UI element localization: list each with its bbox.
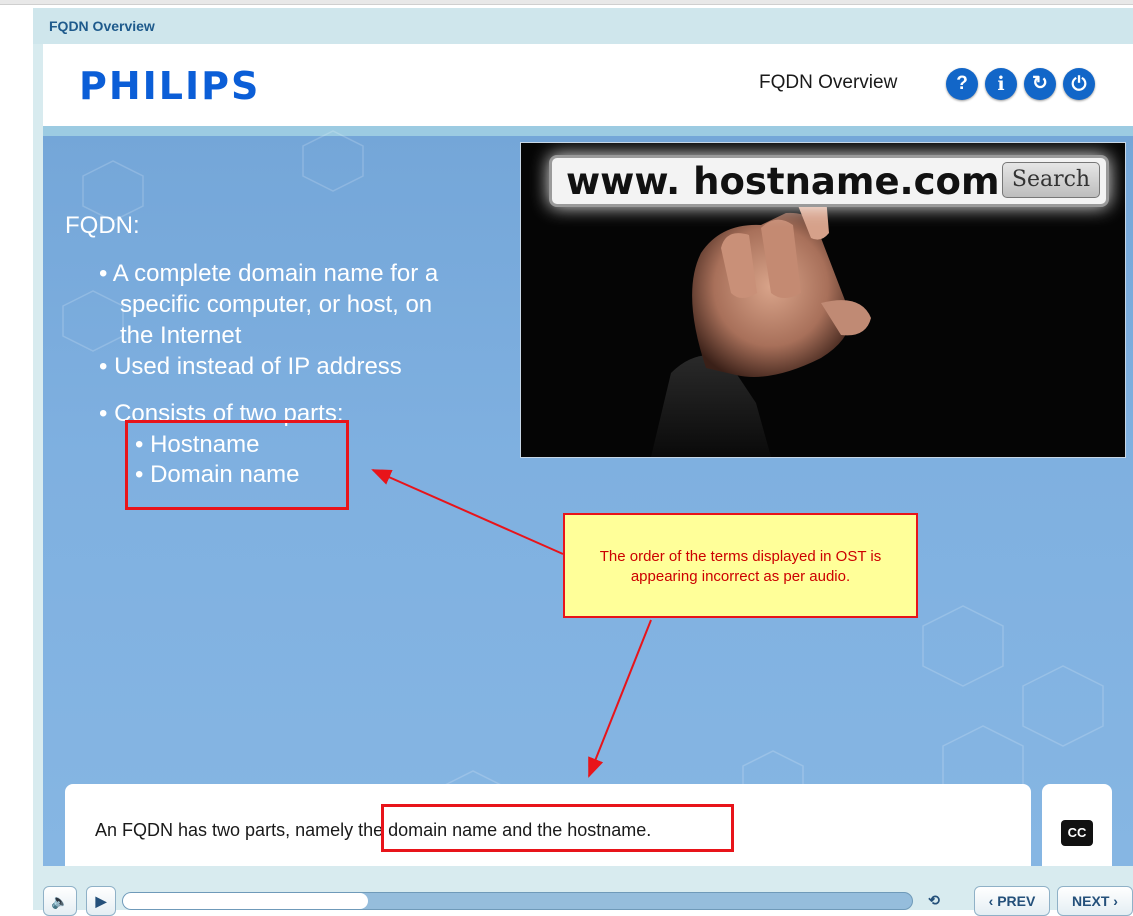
playback-controls: 🔈 ▶ ⟲ ‹ PREV NEXT › [33, 866, 1133, 916]
progress-bar[interactable] [122, 892, 913, 910]
help-button[interactable]: ? [946, 68, 978, 100]
cc-panel: CC [1042, 784, 1112, 874]
progress-fill [123, 893, 368, 909]
browser-top-edge [0, 0, 1133, 5]
help-icon: ? [956, 73, 968, 94]
play-icon: ▶ [95, 893, 107, 909]
next-button[interactable]: NEXT › [1057, 886, 1133, 916]
title-bar: FQDN Overview [33, 8, 1133, 44]
info-button[interactable]: i [985, 68, 1017, 100]
philips-logo: PHILIPS [79, 64, 261, 108]
prev-button[interactable]: ‹ PREV [974, 886, 1050, 916]
cc-button[interactable]: CC [1061, 820, 1093, 846]
mute-button[interactable]: 🔈 [43, 886, 77, 916]
info-icon: i [997, 73, 1005, 95]
window-title: FQDN Overview [49, 18, 155, 34]
power-icon: ⏻ [1071, 73, 1087, 95]
speaker-icon: 🔈 [51, 893, 69, 909]
course-header: PHILIPS FQDN Overview ? i ↻ ⏻ [43, 44, 1133, 126]
slide-stage: FQDN: • A complete domain name for a spe… [43, 126, 1133, 866]
course-title: FQDN Overview [759, 72, 898, 93]
highlight-box-caption [381, 804, 734, 852]
replay-icon: ↻ [1032, 73, 1048, 94]
arrow-to-caption [588, 619, 652, 778]
review-note: The order of the terms displayed in OST … [563, 513, 918, 618]
caption-part-1: An FQDN has two parts, namely [95, 820, 359, 840]
course-player: FQDN Overview PHILIPS FQDN Overview ? i … [33, 8, 1133, 916]
closed-caption-panel: An FQDN has two parts, namely the domain… [65, 784, 1031, 874]
reload-button[interactable]: ⟲ [921, 886, 947, 916]
annotation-arrows [371, 469, 652, 778]
play-button[interactable]: ▶ [86, 886, 116, 916]
replay-button[interactable]: ↻ [1024, 68, 1056, 100]
arrow-to-ost [371, 469, 564, 555]
reload-icon: ⟲ [928, 892, 940, 908]
exit-button[interactable]: ⏻ [1063, 68, 1095, 100]
